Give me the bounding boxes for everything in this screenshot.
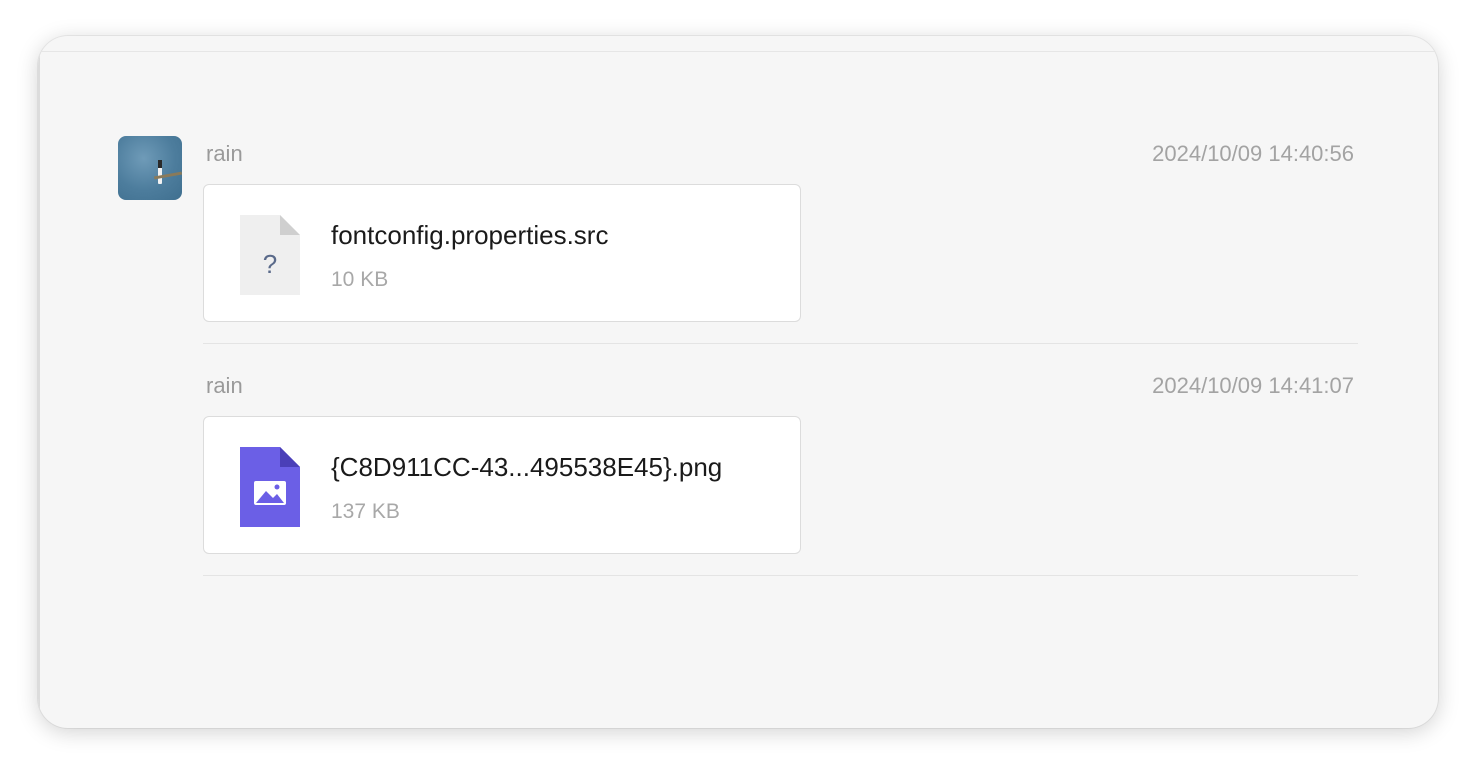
file-name: fontconfig.properties.src — [331, 220, 609, 250]
file-size: 137 KB — [331, 500, 400, 523]
image-file-icon — [240, 447, 300, 527]
window-divider — [38, 51, 1438, 52]
unknown-file-icon: ? — [240, 215, 300, 295]
window-edge — [38, 36, 40, 728]
file-name: {C8D911CC-43...495538E45}.png — [331, 452, 723, 482]
file-size: 10 KB — [331, 268, 389, 291]
message-timestamp: 2024/10/09 14:40:56 — [1152, 141, 1354, 166]
sender-name[interactable]: rain — [206, 372, 243, 400]
unknown-file-glyph: ? — [263, 249, 277, 279]
chat-window: rain 2024/10/09 14:40:56 ? fontconfig.pr… — [38, 36, 1438, 728]
message-divider — [203, 343, 1358, 344]
message-divider — [203, 575, 1358, 576]
file-attachment-card[interactable]: {C8D911CC-43...495538E45}.png 137 KB — [203, 416, 801, 554]
file-attachment-card[interactable]: ? fontconfig.properties.src 10 KB — [203, 184, 801, 322]
message-timestamp: 2024/10/09 14:41:07 — [1152, 373, 1354, 398]
avatar[interactable] — [118, 136, 182, 200]
sender-name[interactable]: rain — [206, 140, 243, 168]
